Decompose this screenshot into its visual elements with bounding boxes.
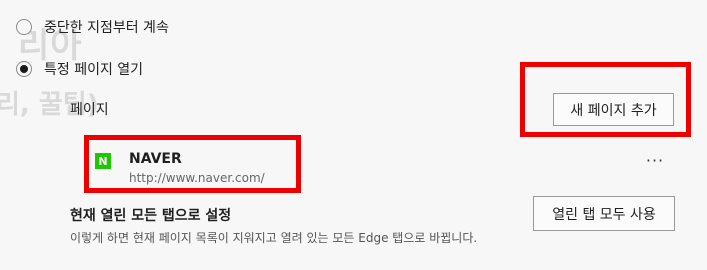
highlight-box-add-page (520, 62, 691, 137)
radio-button-unselected[interactable] (16, 19, 32, 35)
set-current-tabs-description: 이렇게 하면 현재 페이지 목록이 지워지고 열려 있는 모든 Edge 탭으로… (70, 231, 478, 245)
radio-continue-label: 중단한 지점부터 계속 (44, 20, 169, 36)
highlight-box-naver (84, 135, 301, 193)
use-all-open-tabs-button[interactable]: 열린 탭 모두 사용 (533, 196, 675, 231)
more-options-icon[interactable]: ··· (640, 150, 670, 170)
radio-dot (20, 65, 28, 73)
radio-continue-where-left[interactable]: 중단한 지점부터 계속 (16, 17, 169, 37)
radio-open-specific-page[interactable]: 특정 페이지 열기 (16, 59, 143, 79)
radio-button-selected[interactable] (16, 61, 32, 77)
set-current-tabs-title: 현재 열린 모든 탭으로 설정 (70, 208, 232, 224)
pages-section-label: 페이지 (70, 102, 109, 118)
radio-specific-label: 특정 페이지 열기 (44, 62, 144, 78)
